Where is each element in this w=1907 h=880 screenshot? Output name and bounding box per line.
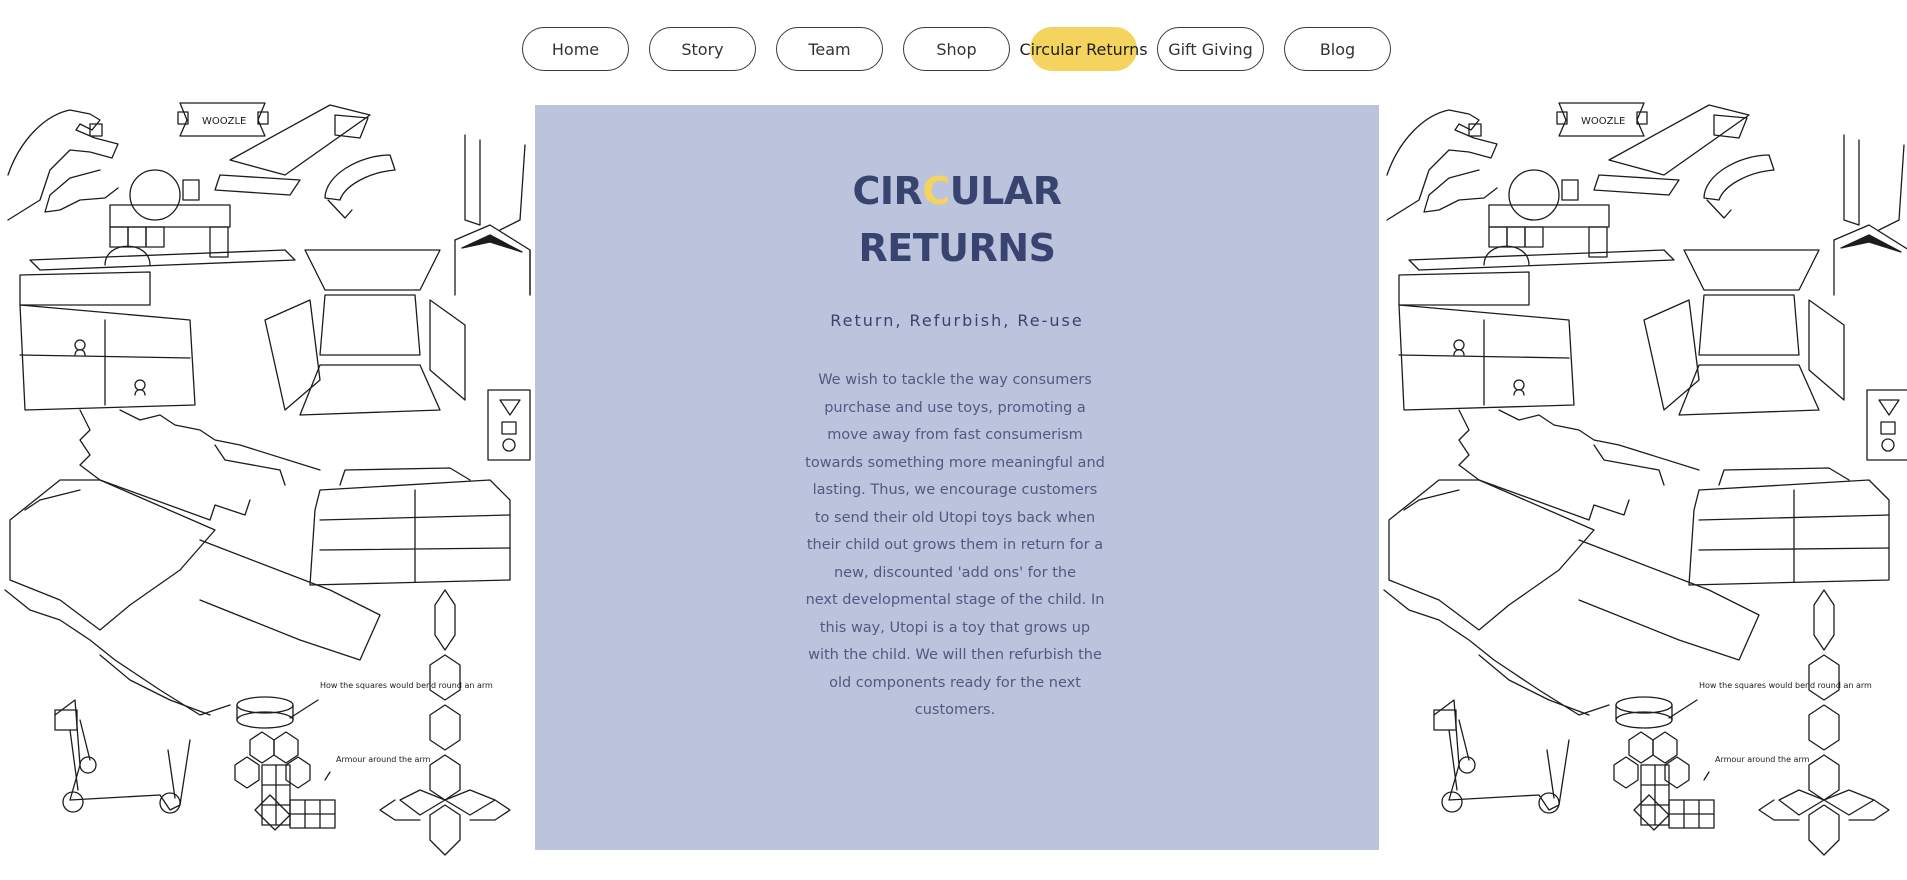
nav-blog[interactable]: Blog bbox=[1284, 27, 1391, 71]
woozle-sign-text: WOOZLE bbox=[202, 116, 246, 127]
squares-note-right: How the squares would bend round an arm bbox=[1699, 681, 1872, 690]
toy-sketch-illustration-left: WOOZLE How the squares would bend round … bbox=[0, 100, 535, 860]
page-subtitle: Return, Refurbish, Re-use bbox=[830, 311, 1084, 330]
nav-story[interactable]: Story bbox=[649, 27, 756, 71]
nav-circular-returns[interactable]: Circular Returns bbox=[1019, 27, 1148, 71]
circular-returns-panel: CIRCULAR RETURNS Return, Refurbish, Re-u… bbox=[535, 105, 1379, 850]
title-part-1: CIR bbox=[852, 169, 923, 213]
page-body-text: We wish to tackle the way consumers purc… bbox=[805, 367, 1105, 725]
title-line-2: RETURNS bbox=[858, 226, 1056, 270]
squares-note: How the squares would bend round an arm bbox=[320, 681, 493, 690]
armour-note: Armour around the arm bbox=[336, 755, 431, 764]
page-title: CIRCULAR RETURNS bbox=[535, 163, 1379, 277]
nav-home[interactable]: Home bbox=[522, 27, 629, 71]
title-part-2: ULAR bbox=[949, 169, 1062, 213]
nav-team[interactable]: Team bbox=[776, 27, 883, 71]
toy-sketch-illustration-right: WOOZLE How the squares would bend round … bbox=[1379, 100, 1907, 860]
title-highlight-letter: C bbox=[922, 169, 950, 213]
body-paragraph-2: next developmental stage of the child. I… bbox=[805, 592, 1105, 718]
main-nav: Home Story Team Shop Circular Returns Gi… bbox=[0, 27, 1907, 73]
armour-note-right: Armour around the arm bbox=[1715, 755, 1810, 764]
nav-gift-giving[interactable]: Gift Giving bbox=[1157, 27, 1264, 71]
body-paragraph-1: We wish to tackle the way consumers purc… bbox=[805, 372, 1105, 581]
woozle-sign-text-right: WOOZLE bbox=[1581, 116, 1625, 127]
nav-shop[interactable]: Shop bbox=[903, 27, 1010, 71]
